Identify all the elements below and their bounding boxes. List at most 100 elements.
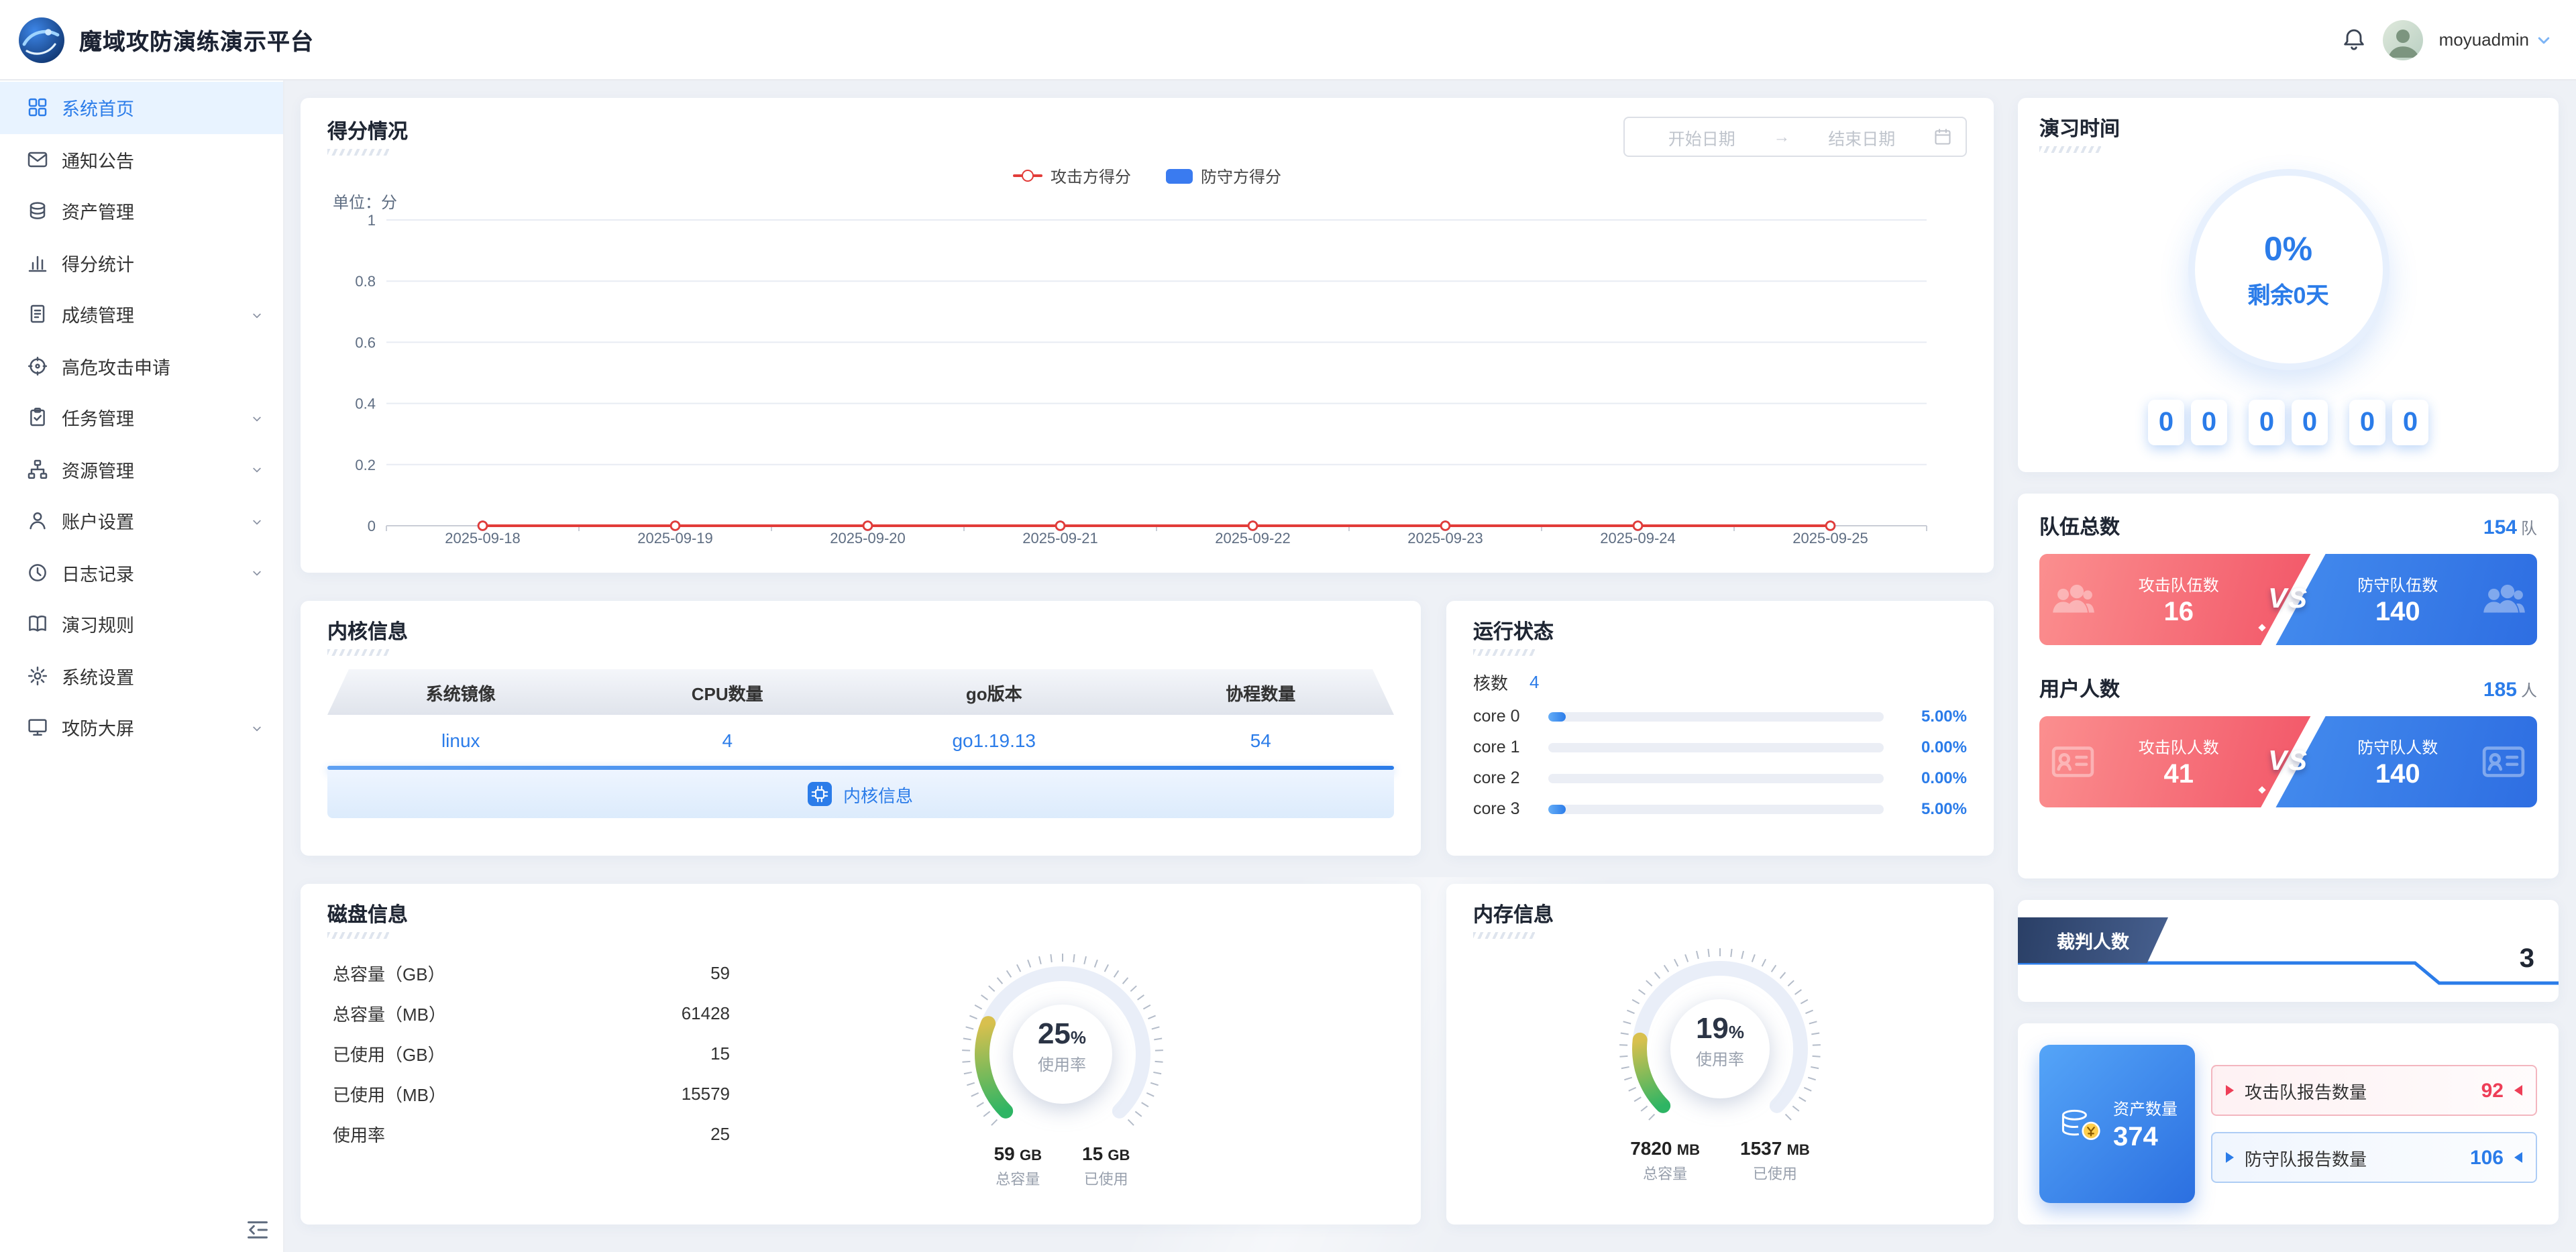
user-avatar[interactable] [2383,19,2423,60]
svg-text:0.6: 0.6 [355,334,376,351]
sidebar-nav: 系统首页通知公告资产管理得分统计成绩管理高危攻击申请任务管理资源管理账户设置日志… [0,79,283,1252]
legend-label: 攻击方得分 [1051,164,1131,187]
kernel-footer-label: 内核信息 [843,781,913,807]
users-vs-banner: 攻击队人数 41 防守队人数 140 VS [2039,716,2537,807]
vs-label: VS [2268,583,2308,616]
core-usage-bar [1548,712,1884,721]
notification-bell-icon[interactable] [2341,27,2367,52]
people-icon [2481,577,2526,622]
time-title-block: 演习时间 [2039,114,2537,153]
core-usage-row: core 0 5.00% [1473,707,1967,726]
exercise-time-card: 演习时间 0% 剩余0天 000000 [2018,98,2559,472]
core-name: core 3 [1473,799,1535,818]
teams-vs-banner: 攻击队伍数 16 防守队伍数 140 VS [2039,554,2537,645]
header-actions: moyuadmin [2341,19,2552,60]
runtime-status-card: 运行状态 核数 4 core 0 5.00% core 1 0.00% core… [1446,601,1994,856]
core-name: core 2 [1473,769,1535,787]
countdown-group: 00 [2349,400,2428,445]
sidebar-item-label: 日志记录 [62,559,250,586]
sidebar-item-label: 高危攻击申请 [62,353,264,380]
kernel-value: linux [327,730,594,751]
disk-detail-label: 总容量（MB） [333,1000,446,1025]
legend-line-marker [1013,174,1042,177]
start-date-input[interactable]: 开始日期 [1638,124,1766,150]
sidebar-item[interactable]: 日志记录 [0,547,283,598]
id-card-icon [2481,739,2526,785]
exercise-percent: 0% [2264,230,2312,269]
svg-text:0.2: 0.2 [355,457,376,473]
core-name: core 0 [1473,707,1535,726]
sidebar-item[interactable]: 资源管理 [0,443,283,495]
legend-item[interactable]: 防守方得分 [1166,164,1281,187]
asset-count-box[interactable]: 资产数量 374 [2039,1045,2195,1203]
title-decoration [2039,146,2101,153]
asset-count-label: 资产数量 [2113,1097,2178,1120]
kernel-card-title: 内核信息 [327,617,408,645]
countdown-group: 00 [2148,400,2227,445]
disk-card-title: 磁盘信息 [327,900,408,928]
sidebar-item[interactable]: 系统首页 [0,82,283,133]
sidebar-menu: 系统首页通知公告资产管理得分统计成绩管理高危攻击申请任务管理资源管理账户设置日志… [0,82,283,753]
sidebar-item[interactable]: 通知公告 [0,133,283,185]
end-date-input[interactable]: 结束日期 [1799,124,1926,150]
sidebar-item[interactable]: 攻防大屏 [0,701,283,753]
mail-icon [27,149,48,170]
svg-text:0: 0 [368,518,376,534]
id-card-icon [2050,739,2096,785]
date-range-picker[interactable]: 开始日期 → 结束日期 [1623,117,1967,157]
sidebar-item[interactable]: 得分统计 [0,237,283,288]
judges-label-ribbon: 裁判人数 [2018,917,2168,963]
defense-report-count: 106 [2470,1146,2504,1169]
sidebar-item[interactable]: 演习规则 [0,598,283,650]
kernel-value: go1.19.13 [861,730,1128,751]
core-usage-percent: 5.00% [1897,707,1967,726]
countdown-digit: 0 [2349,400,2385,445]
disk-detail-row: 总容量（GB） 59 [333,952,730,992]
title-decoration [327,649,389,656]
right-panel: 演习时间 0% 剩余0天 000000 队伍总数 154 队 [2018,98,2559,1252]
monitor-icon [27,717,48,738]
memory-gauge-block: 19% 使用率 7820 MB 总容量 1537 MB 已使用 [1473,939,1967,1184]
defense-report-row[interactable]: 防守队报告数量 106 [2211,1132,2537,1183]
app-title: 魔域攻防演练演示平台 [79,23,314,56]
triangle-marker-icon [2226,1152,2234,1163]
core-usage-percent: 0.00% [1897,738,1967,756]
sidebar-item[interactable]: 高危攻击申请 [0,340,283,392]
legend-item[interactable]: 攻击方得分 [1013,164,1131,187]
username: moyuadmin [2439,30,2529,50]
people-icon [2050,577,2096,622]
users-count: 185 人 [2483,679,2537,701]
kernel-value: 54 [1128,730,1395,751]
sidebar-item[interactable]: 成绩管理 [0,288,283,340]
kernel-value: 4 [594,730,861,751]
chevron-down-icon [250,720,264,735]
sidebar-item[interactable]: 系统设置 [0,650,283,701]
memory-gauge-stats: 7820 MB 总容量 1537 MB 已使用 [1630,1137,1810,1184]
memory-title-block: 内存信息 [1473,900,1967,939]
sidebar-item-label: 系统首页 [62,95,264,121]
core-usage-fill [1548,804,1565,813]
score-card-header: 得分情况 开始日期 → 结束日期 [327,117,1967,157]
svg-text:2025-09-20: 2025-09-20 [830,530,906,547]
core-count-label: 核数 [1473,669,1508,695]
sidebar-item-label: 账户设置 [62,508,250,534]
svg-text:0.4: 0.4 [355,396,376,412]
sidebar-item-label: 任务管理 [62,404,250,431]
score-line-chart: 单位：分00.20.40.60.812025-09-182025-09-1920… [327,192,1967,549]
svg-text:2025-09-22: 2025-09-22 [1215,530,1291,547]
sitemap-icon [27,459,48,480]
disk-detail-label: 总容量（GB） [333,960,445,985]
svg-text:2025-09-25: 2025-09-25 [1792,530,1868,547]
disk-detail-row: 已使用（MB） 15579 [333,1073,730,1113]
user-menu[interactable]: moyuadmin [2439,30,2552,50]
disk-usage-gauge: 25% 使用率 [941,950,1183,1137]
asset-icon [27,201,48,222]
sidebar-collapse-button[interactable] [246,1217,270,1241]
disk-detail-value: 59 [710,962,730,982]
sidebar-item[interactable]: 资产管理 [0,185,283,237]
gauge-stat-used: 1537 MB 已使用 [1740,1137,1810,1184]
attack-report-row[interactable]: 攻击队报告数量 92 [2211,1065,2537,1116]
sidebar-item[interactable]: 账户设置 [0,495,283,547]
sidebar-item[interactable]: 任务管理 [0,392,283,443]
score-title-block: 得分情况 [327,117,408,156]
